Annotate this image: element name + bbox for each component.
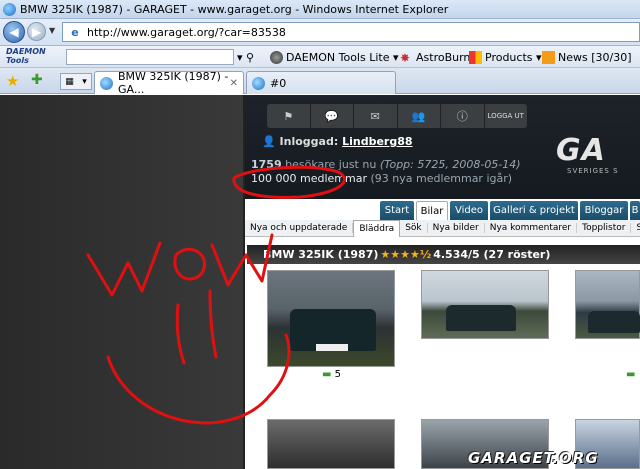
toolbar-item-products[interactable]: Products ▾ xyxy=(469,49,542,66)
chevron-down-icon: ▾ xyxy=(82,76,87,87)
info-icon[interactable]: ⓘ xyxy=(441,104,485,128)
garaget-watermark: GARAGET.ORG xyxy=(468,449,599,467)
online-top: (Topp: 5725, 2008-05-14) xyxy=(379,158,521,171)
arrow-right-icon: ▶ xyxy=(31,24,42,39)
history-dropdown-icon[interactable]: ▼ xyxy=(49,26,55,35)
ie-page-icon xyxy=(252,76,265,90)
tab-more[interactable]: B xyxy=(630,201,640,220)
online-text: besökare just nu xyxy=(285,158,377,171)
arrow-left-icon: ◀ xyxy=(9,25,19,39)
member-stats: 100 000 medlemmar (93 nya medlemmar igår… xyxy=(251,172,512,185)
mail-icon[interactable]: ✉ xyxy=(354,104,398,128)
car-photo-rear[interactable] xyxy=(421,270,549,339)
window-title-bar: BMW 325IK (1987) - GARAGET - www.garaget… xyxy=(0,0,640,19)
car-title: BMW 325IK (1987) xyxy=(263,248,379,261)
car-shape xyxy=(588,311,640,333)
forward-button[interactable]: ▶ xyxy=(27,22,46,41)
subtab-topplistor[interactable]: Topplistor xyxy=(577,223,632,233)
daemon-lite-icon xyxy=(270,51,283,64)
photo-comments: ▬ 5 xyxy=(322,369,341,380)
daemon-logo: DAEMON Tools xyxy=(6,47,46,65)
chat-icon[interactable]: 💬 xyxy=(311,104,354,128)
login-status: 👤 Inloggad: Lindberg88 xyxy=(262,135,413,148)
car-photo-side[interactable] xyxy=(575,270,640,339)
comment-bubble-icon: ▬ xyxy=(626,369,636,380)
close-tab-icon[interactable]: ✕ xyxy=(230,78,238,89)
people-icon[interactable]: 👥 xyxy=(398,104,441,128)
ie-page-icon xyxy=(100,76,113,90)
ie-logo-icon xyxy=(3,2,16,16)
comment-bubble-icon: ▬ xyxy=(322,369,332,380)
grid-icon: ▦ xyxy=(65,76,74,87)
astroburn-icon: ✸ xyxy=(400,51,411,65)
logout-button[interactable]: LOGGA UT xyxy=(485,104,528,128)
back-button[interactable]: ◀ xyxy=(3,21,25,43)
subtab-nya-kommentarer[interactable]: Nya kommentarer xyxy=(485,223,578,233)
tab-bloggar[interactable]: Bloggar xyxy=(580,201,628,220)
address-field[interactable]: e http://www.garaget.org/?car=83538 xyxy=(62,22,640,42)
toolbar-item-label: DAEMON Tools Lite xyxy=(286,51,390,64)
tab-label: BMW 325IK (1987) - GA... xyxy=(118,70,229,96)
page-icon: e xyxy=(71,25,79,39)
toolbar-item-astroburn[interactable]: ✸ AstroBurn xyxy=(400,49,470,66)
tab-garaget[interactable]: BMW 325IK (1987) - GA... ✕ xyxy=(94,70,244,96)
garaget-logo-sub: SVERIGES S xyxy=(567,167,619,175)
member-new: (93 nya medlemmar igår) xyxy=(370,172,513,185)
login-user-link[interactable]: Lindberg88 xyxy=(342,135,412,148)
car-shape xyxy=(446,305,516,331)
tab-label: #0 xyxy=(270,76,287,90)
tab-bilar[interactable]: Bilar xyxy=(416,201,448,220)
car-photo-front[interactable] xyxy=(267,270,395,367)
car-rating: 4.534/5 (27 röster) xyxy=(433,248,551,261)
rss-icon xyxy=(542,51,555,64)
search-icon[interactable]: ▾ ⚲ xyxy=(237,49,254,66)
site-nav-icons: ⚑ 💬 ✉ 👥 ⓘ LOGGA UT xyxy=(267,104,527,128)
car-title-bar: BMW 325IK (1987) ★★★★½ 4.534/5 (27 röste… xyxy=(247,245,640,264)
online-count: 1759 xyxy=(251,158,282,171)
toolbar-item-label: Products xyxy=(485,51,533,64)
subtab-sok[interactable]: Sök xyxy=(400,223,428,233)
login-prefix: Inloggad: xyxy=(279,135,339,148)
products-icon xyxy=(469,51,482,64)
add-favorite-icon[interactable]: ✚ xyxy=(31,72,43,88)
flag-icon[interactable]: ⚑ xyxy=(267,104,311,128)
favorites-star-icon[interactable]: ★ xyxy=(6,72,19,90)
toolbar-item-label: AstroBurn xyxy=(416,51,471,64)
garaget-logo[interactable]: GA xyxy=(556,133,606,168)
tab-2[interactable]: #0 xyxy=(246,71,396,94)
window-title: BMW 325IK (1987) - GARAGET - www.garaget… xyxy=(20,2,449,16)
toolbar-search-input[interactable] xyxy=(66,49,234,65)
subtab-nya-och-uppdaterade[interactable]: Nya och uppdaterade xyxy=(245,223,354,233)
tab-video[interactable]: Video xyxy=(450,201,488,220)
address-url: http://www.garaget.org/?car=83538 xyxy=(87,25,286,39)
subtab-nya-bilder[interactable]: Nya bilder xyxy=(428,223,485,233)
license-plate xyxy=(316,344,348,351)
subtab-slump[interactable]: Slump xyxy=(631,223,640,233)
member-count: 100 000 medlemmar xyxy=(251,172,367,185)
quick-tabs-button[interactable]: ▦ ▾ xyxy=(60,73,92,90)
tab-start[interactable]: Start xyxy=(380,201,414,220)
tab-galleri[interactable]: Galleri & projekt xyxy=(490,201,578,220)
rating-stars: ★★★★½ xyxy=(380,248,432,261)
photo-count: 5 xyxy=(334,369,342,380)
sub-navigation: Nya och uppdaterade Bläddra Sök Nya bild… xyxy=(245,219,640,237)
online-stats: 1759 besökare just nu (Topp: 5725, 2008-… xyxy=(251,158,521,171)
subtab-bladdra[interactable]: Bläddra xyxy=(353,219,401,237)
car-photo-interior[interactable] xyxy=(267,419,395,469)
user-icon: 👤 xyxy=(262,135,276,148)
toolbar-item-news[interactable]: News [30/30] xyxy=(542,49,632,66)
toolbar-item-label: News [30/30] xyxy=(558,51,632,64)
toolbar-item-daemon-lite[interactable]: DAEMON Tools Lite ▾ xyxy=(270,49,399,66)
